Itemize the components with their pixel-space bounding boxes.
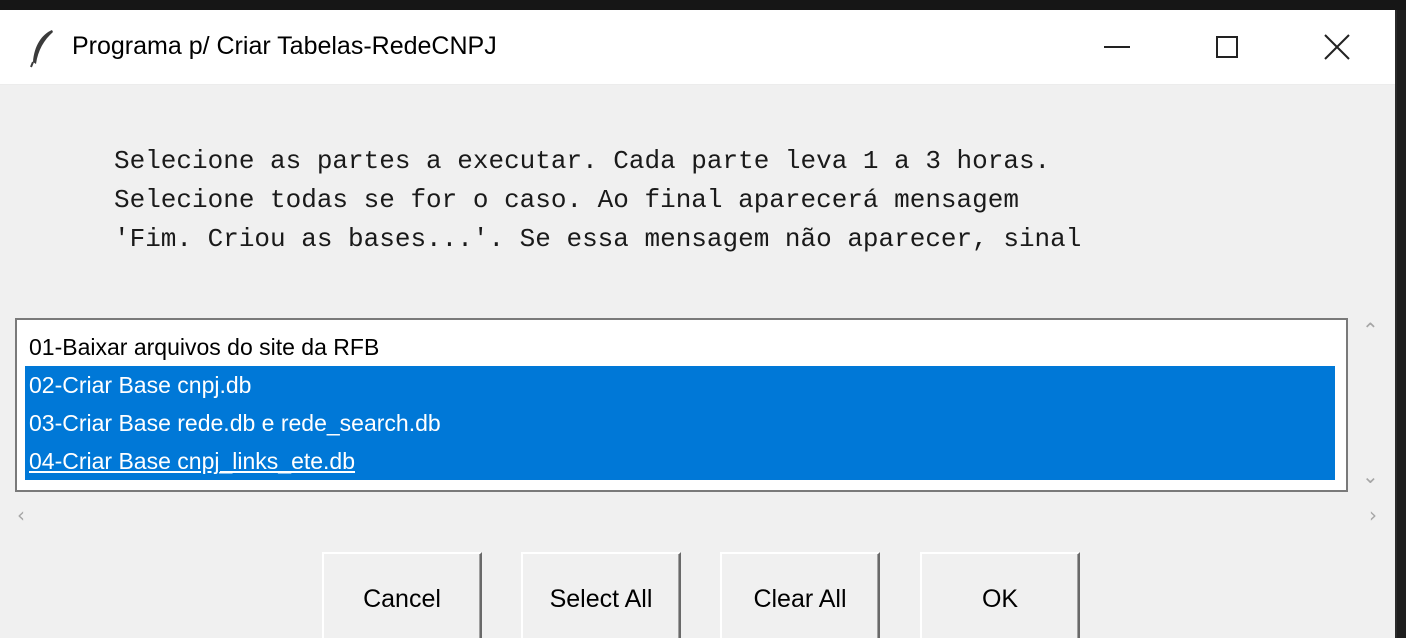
- instruction-line: Selecione todas se for o caso. Ao final …: [114, 185, 1019, 215]
- clear-all-button[interactable]: Clear All: [720, 552, 880, 638]
- instruction-line: Selecione as partes a executar. Cada par…: [114, 146, 1051, 176]
- title-bar[interactable]: Programa p/ Criar Tabelas-RedeCNPJ: [0, 10, 1395, 85]
- list-item[interactable]: 01-Baixar arquivos do site da RFB: [25, 328, 1335, 366]
- window-title: Programa p/ Criar Tabelas-RedeCNPJ: [72, 32, 497, 60]
- list-item-label: 02-Criar Base cnpj.db: [29, 372, 252, 398]
- ok-button[interactable]: OK: [920, 552, 1080, 638]
- feather-icon: [30, 30, 53, 68]
- instruction-line: 'Fim. Criou as bases...'. Se essa mensag…: [114, 224, 1082, 254]
- dialog-window: Programa p/ Criar Tabelas-RedeCNPJ Selec…: [0, 10, 1397, 638]
- maximize-icon: [1216, 36, 1238, 58]
- minimize-button[interactable]: [1062, 10, 1172, 84]
- maximize-button[interactable]: [1172, 10, 1282, 84]
- vertical-scrollbar[interactable]: ⌃ ⌄: [1360, 318, 1384, 492]
- select-all-button[interactable]: Select All: [521, 552, 681, 638]
- list-item[interactable]: 02-Criar Base cnpj.db: [25, 366, 1335, 404]
- close-icon: [1324, 34, 1350, 60]
- scroll-left-icon[interactable]: ‹: [17, 503, 25, 527]
- minimize-icon: [1104, 46, 1130, 48]
- list-item[interactable]: 03-Criar Base rede.db e rede_search.db: [25, 404, 1335, 442]
- list-item[interactable]: 04-Criar Base cnpj_links_ete.db: [25, 442, 1335, 480]
- scroll-down-icon[interactable]: ⌄: [1362, 464, 1379, 488]
- close-button[interactable]: [1282, 10, 1392, 84]
- scroll-up-icon[interactable]: ⌃: [1362, 318, 1379, 342]
- scroll-right-icon[interactable]: ›: [1369, 503, 1377, 527]
- parts-listbox[interactable]: 01-Baixar arquivos do site da RFB 02-Cri…: [15, 318, 1348, 492]
- desktop-background-strip: [0, 0, 1406, 10]
- list-item-label: 04-Criar Base cnpj_links_ete.db: [29, 448, 356, 474]
- cancel-button[interactable]: Cancel: [322, 552, 482, 638]
- list-item-label: 01-Baixar arquivos do site da RFB: [29, 334, 380, 360]
- instructions-text: Selecione as partes a executar. Cada par…: [114, 142, 1081, 259]
- list-item-label: 03-Criar Base rede.db e rede_search.db: [29, 410, 441, 436]
- horizontal-scrollbar[interactable]: ‹ ›: [15, 503, 1385, 529]
